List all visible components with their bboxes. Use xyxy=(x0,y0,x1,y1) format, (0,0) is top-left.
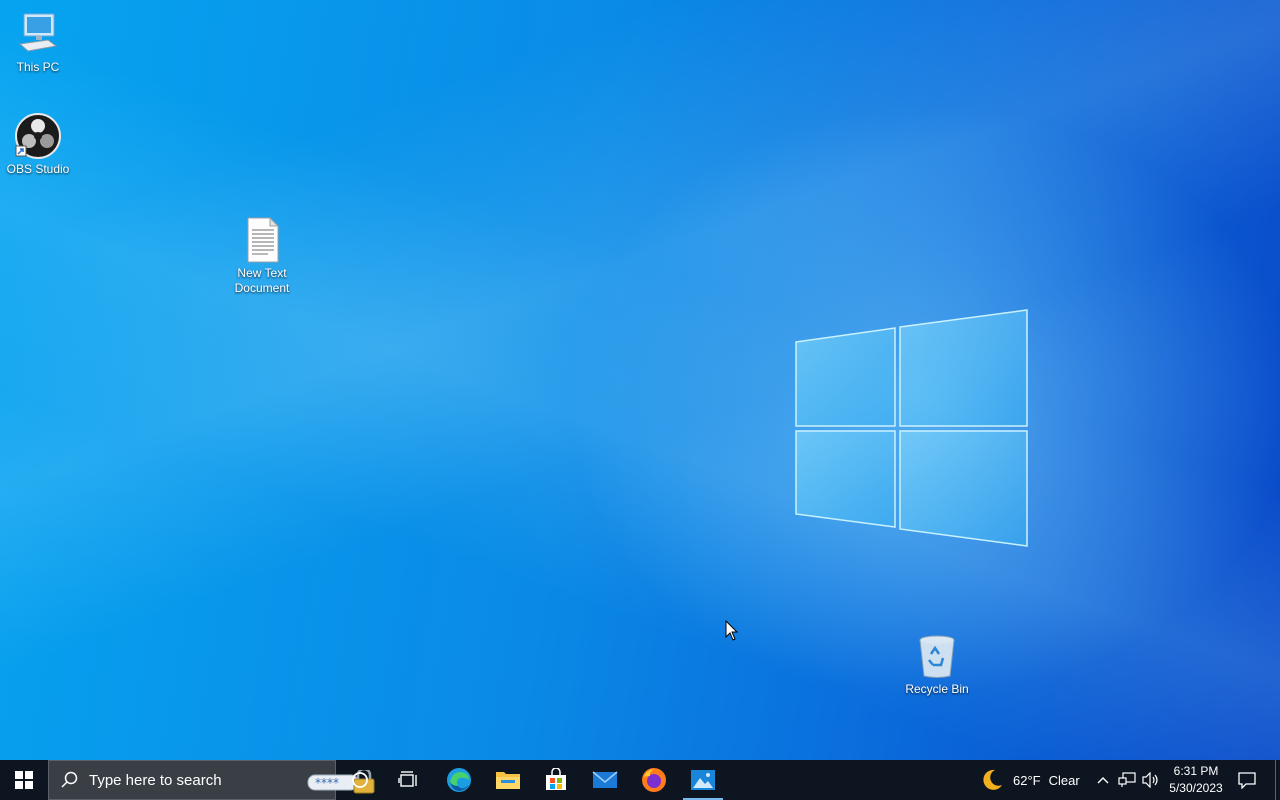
obs-icon xyxy=(15,113,61,159)
taskbar-app-photos[interactable] xyxy=(679,760,727,800)
desktop-icon-label: New Text Document xyxy=(234,266,290,295)
taskbar-app-file-explorer[interactable] xyxy=(484,760,532,800)
notification-icon xyxy=(1238,772,1256,789)
show-desktop-button[interactable] xyxy=(1275,760,1276,800)
clock-date: 5/30/2023 xyxy=(1169,781,1223,795)
network-icon xyxy=(1118,772,1136,787)
desktop-icon-label: Recycle Bin xyxy=(905,682,969,696)
volume-icon xyxy=(1142,772,1158,788)
taskbar-app-edge[interactable] xyxy=(435,760,483,800)
cortana-button[interactable] xyxy=(336,760,384,800)
taskbar-app-firefox[interactable] xyxy=(630,760,678,800)
desktop-icon-this-pc[interactable]: This PC xyxy=(0,10,76,75)
light-beam xyxy=(0,0,1280,760)
mouse-cursor-icon xyxy=(725,620,739,641)
search-input[interactable]: Type here to search **** xyxy=(48,760,375,800)
cortana-circle-icon xyxy=(352,772,368,788)
clock-time: 6:31 PM xyxy=(1173,764,1219,778)
weather-condition: Clear xyxy=(1048,772,1080,788)
windows-logo-wallpaper xyxy=(795,309,1028,547)
edge-icon xyxy=(447,768,471,792)
mail-icon xyxy=(592,771,618,788)
computer-icon xyxy=(18,13,58,52)
desktop[interactable]: This PC OBS Studio New Text Document Rec… xyxy=(0,0,1280,760)
task-view-button[interactable] xyxy=(384,760,432,800)
moon-icon xyxy=(983,769,1002,790)
store-icon xyxy=(546,768,566,790)
desktop-icon-label: OBS Studio xyxy=(6,162,70,176)
photos-icon xyxy=(691,770,715,790)
start-button[interactable] xyxy=(0,760,48,800)
clock[interactable]: 6:31 PM 5/30/2023 xyxy=(1160,760,1232,800)
desktop-icon-obs-studio[interactable]: OBS Studio xyxy=(0,112,76,177)
desktop-icon-new-text-document[interactable]: New Text Document xyxy=(224,216,300,296)
task-view-icon xyxy=(398,771,417,787)
volume-button[interactable] xyxy=(1141,760,1161,800)
show-hidden-icons-button[interactable] xyxy=(1094,760,1112,800)
action-center-button[interactable] xyxy=(1232,760,1262,800)
recycle-bin-icon xyxy=(919,635,955,678)
taskbar-app-mail[interactable] xyxy=(581,760,629,800)
chevron-up-icon xyxy=(1097,777,1109,784)
taskbar: Type here to search **** 62°F Clear 6:31… xyxy=(0,760,1280,800)
network-button[interactable] xyxy=(1117,760,1137,800)
folder-icon xyxy=(496,772,520,789)
desktop-icon-recycle-bin[interactable]: Recycle Bin xyxy=(899,632,975,697)
text-document-icon xyxy=(247,216,280,263)
weather-temp: 62°F xyxy=(1013,772,1041,788)
search-icon xyxy=(61,771,78,788)
windows-start-icon xyxy=(15,771,33,789)
desktop-icon-label: This PC xyxy=(16,60,60,74)
weather-widget[interactable]: 62°F Clear xyxy=(980,760,1080,800)
search-placeholder: Type here to search xyxy=(89,771,222,789)
taskbar-app-store[interactable] xyxy=(532,760,580,800)
firefox-icon xyxy=(642,768,666,792)
